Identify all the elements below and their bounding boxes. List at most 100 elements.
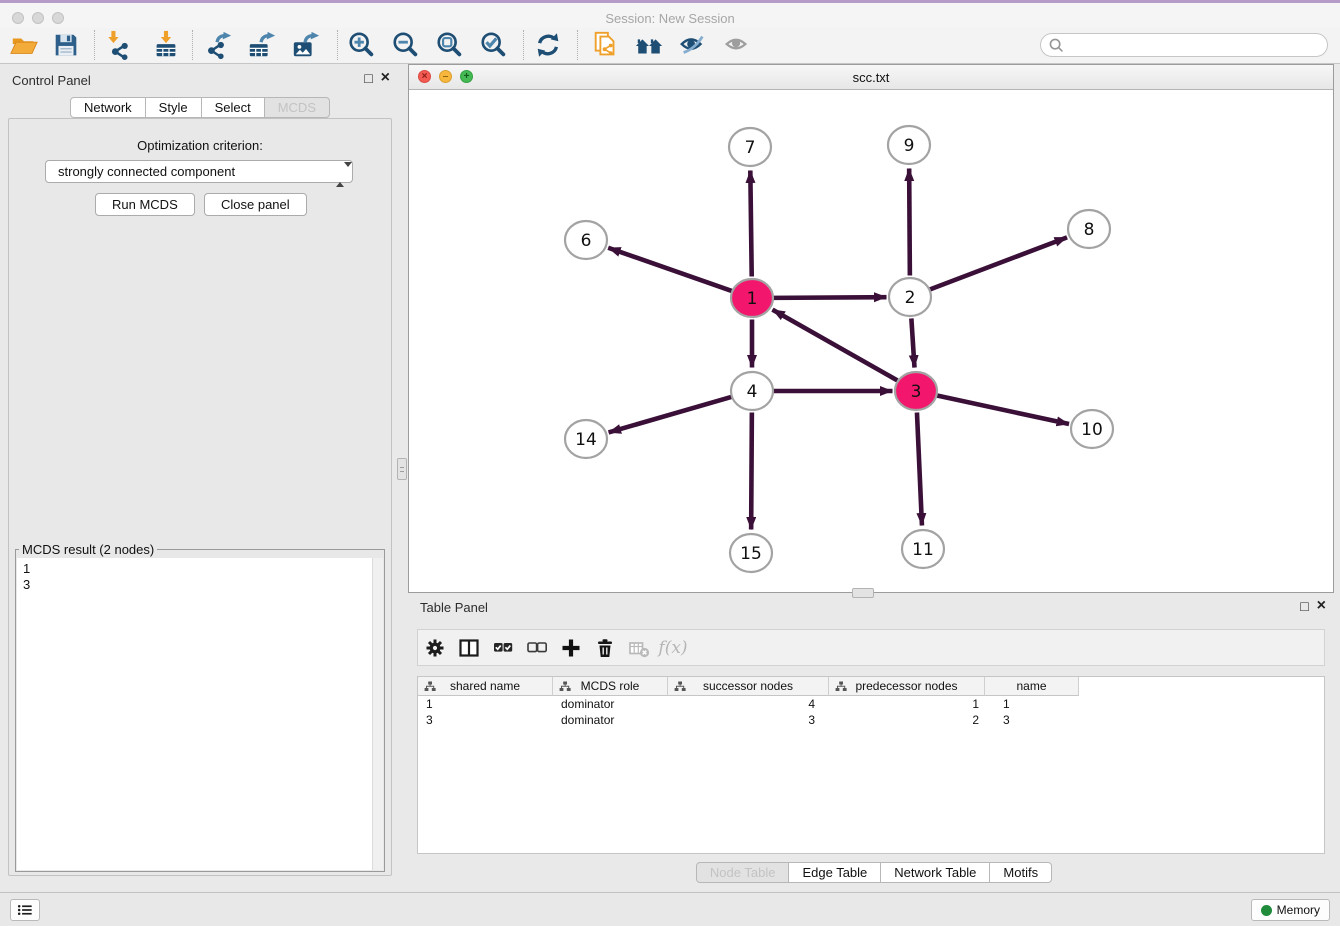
- search-box[interactable]: [1040, 33, 1328, 57]
- apply-preferred-layout-icon[interactable]: [532, 29, 564, 61]
- table-header-row: shared nameMCDS rolesuccessor nodesprede…: [418, 677, 1324, 696]
- main-toolbar: [0, 28, 1340, 64]
- mcds-result-scrollbar[interactable]: [372, 558, 383, 870]
- search-input[interactable]: [1065, 36, 1327, 54]
- table-cell: 3: [985, 712, 1079, 728]
- graph-edge-4-14[interactable]: [609, 397, 732, 433]
- tab-node-table[interactable]: Node Table: [696, 862, 790, 883]
- criterion-dropdown[interactable]: strongly connected component: [45, 160, 353, 183]
- vertical-splitter-grip[interactable]: [397, 458, 407, 480]
- graph-edge-4-15[interactable]: [751, 412, 752, 529]
- graph-edge-1-2[interactable]: [773, 297, 886, 298]
- function-builder-icon: f(x): [656, 633, 690, 663]
- graph-node-label: 9: [904, 136, 915, 156]
- export-image-icon[interactable]: [290, 29, 322, 61]
- network-window-titlebar: × – + scc.txt: [409, 65, 1333, 90]
- add-column-icon[interactable]: [554, 633, 588, 663]
- table-options-icon[interactable]: [418, 633, 452, 663]
- graph-node-4[interactable]: 4: [731, 372, 773, 410]
- table-panel: Table Panel □ × f(x) shared nameMCDS rol…: [408, 593, 1340, 892]
- graph-node-7[interactable]: 7: [729, 128, 771, 166]
- graph-edge-1-6[interactable]: [608, 248, 732, 291]
- zoom-selected-icon[interactable]: [478, 29, 510, 61]
- mcds-result-line: 3: [23, 577, 377, 593]
- task-history-button[interactable]: [10, 899, 40, 921]
- graph-node-9[interactable]: 9: [888, 126, 930, 164]
- tab-select[interactable]: Select: [201, 97, 265, 118]
- tab-edge-table[interactable]: Edge Table: [788, 862, 881, 883]
- control-panel-title: Control Panel: [12, 73, 91, 88]
- export-network-icon[interactable]: [202, 29, 234, 61]
- tab-network[interactable]: Network: [70, 97, 146, 118]
- table-toolbar: f(x): [417, 629, 1325, 666]
- first-neighbors-icon[interactable]: [633, 29, 665, 61]
- table-cell: 1: [418, 696, 553, 712]
- graph-node-15[interactable]: 15: [730, 534, 772, 572]
- table-row[interactable]: 3dominator323: [418, 712, 1324, 728]
- tab-mcds[interactable]: MCDS: [264, 97, 330, 118]
- graph-edge-3-10[interactable]: [937, 396, 1069, 425]
- graph-node-1[interactable]: 1: [731, 279, 773, 317]
- deselect-all-rows-icon[interactable]: [520, 633, 554, 663]
- network-canvas[interactable]: 1 2 3 4 6 7 8 9 10 11 14 15: [409, 91, 1333, 592]
- show-columns-icon[interactable]: [452, 633, 486, 663]
- destroy-table-icon: [622, 633, 656, 663]
- float-table-panel-icon[interactable]: □: [1300, 599, 1308, 613]
- graph-node-14[interactable]: 14: [565, 420, 607, 458]
- graph-node-11[interactable]: 11: [902, 530, 944, 568]
- run-mcds-button[interactable]: Run MCDS: [95, 193, 195, 216]
- hide-selected-icon[interactable]: [677, 29, 709, 61]
- save-session-icon[interactable]: [50, 29, 82, 61]
- toolbar-separator: [337, 30, 338, 60]
- close-table-panel-icon[interactable]: ×: [1317, 599, 1326, 613]
- export-table-icon[interactable]: [246, 29, 278, 61]
- mcds-result-line: 1: [23, 561, 377, 577]
- graph-edge-3-1[interactable]: [772, 310, 897, 381]
- graph-edge-1-7[interactable]: [750, 170, 751, 276]
- column-header-successor-nodes[interactable]: successor nodes: [668, 677, 829, 696]
- optimization-criterion-label: Optimization criterion:: [9, 138, 391, 153]
- mcds-result-text[interactable]: 13: [17, 558, 383, 870]
- graph-node-2[interactable]: 2: [889, 278, 931, 316]
- table-cell: 3: [668, 712, 829, 728]
- zoom-fit-icon[interactable]: [434, 29, 466, 61]
- import-network-icon[interactable]: [104, 29, 136, 61]
- graph-node-10[interactable]: 10: [1071, 410, 1113, 448]
- graph-node-label: 6: [581, 231, 592, 251]
- open-session-icon[interactable]: [8, 29, 40, 61]
- column-header-shared-name[interactable]: shared name: [418, 677, 553, 696]
- node-table[interactable]: shared nameMCDS rolesuccessor nodesprede…: [417, 676, 1325, 854]
- tab-style[interactable]: Style: [145, 97, 202, 118]
- tab-motifs[interactable]: Motifs: [989, 862, 1052, 883]
- table-cell: 1: [829, 696, 985, 712]
- mcds-result-group: MCDS result (2 nodes) 13: [15, 542, 385, 872]
- graph-node-6[interactable]: 6: [565, 221, 607, 259]
- graph-edge-2-9[interactable]: [909, 168, 910, 275]
- select-all-rows-icon[interactable]: [486, 633, 520, 663]
- graph-node-3[interactable]: 3: [895, 372, 937, 410]
- graph-edge-2-8[interactable]: [930, 237, 1067, 289]
- graph-node-label: 3: [911, 382, 922, 402]
- close-panel-icon[interactable]: ×: [381, 71, 390, 85]
- delete-column-icon[interactable]: [588, 633, 622, 663]
- toolbar-separator: [94, 30, 95, 60]
- float-panel-icon[interactable]: □: [364, 71, 372, 85]
- column-header-MCDS-role[interactable]: MCDS role: [553, 677, 668, 696]
- graph-edge-2-3[interactable]: [911, 318, 914, 367]
- toolbar-separator: [192, 30, 193, 60]
- clone-network-icon[interactable]: [590, 29, 622, 61]
- table-row[interactable]: 1dominator411: [418, 696, 1324, 712]
- zoom-in-icon[interactable]: [346, 29, 378, 61]
- graph-node-label: 7: [745, 138, 756, 158]
- zoom-out-icon[interactable]: [390, 29, 422, 61]
- column-header-name[interactable]: name: [985, 677, 1079, 696]
- tab-network-table[interactable]: Network Table: [880, 862, 990, 883]
- close-panel-button[interactable]: Close panel: [204, 193, 307, 216]
- column-header-predecessor-nodes[interactable]: predecessor nodes: [829, 677, 985, 696]
- list-icon: [15, 900, 35, 920]
- graph-node-8[interactable]: 8: [1068, 210, 1110, 248]
- import-table-icon[interactable]: [150, 29, 182, 61]
- memory-button[interactable]: Memory: [1251, 899, 1330, 921]
- graph-node-label: 11: [912, 540, 934, 560]
- graph-edge-3-11[interactable]: [917, 412, 922, 525]
